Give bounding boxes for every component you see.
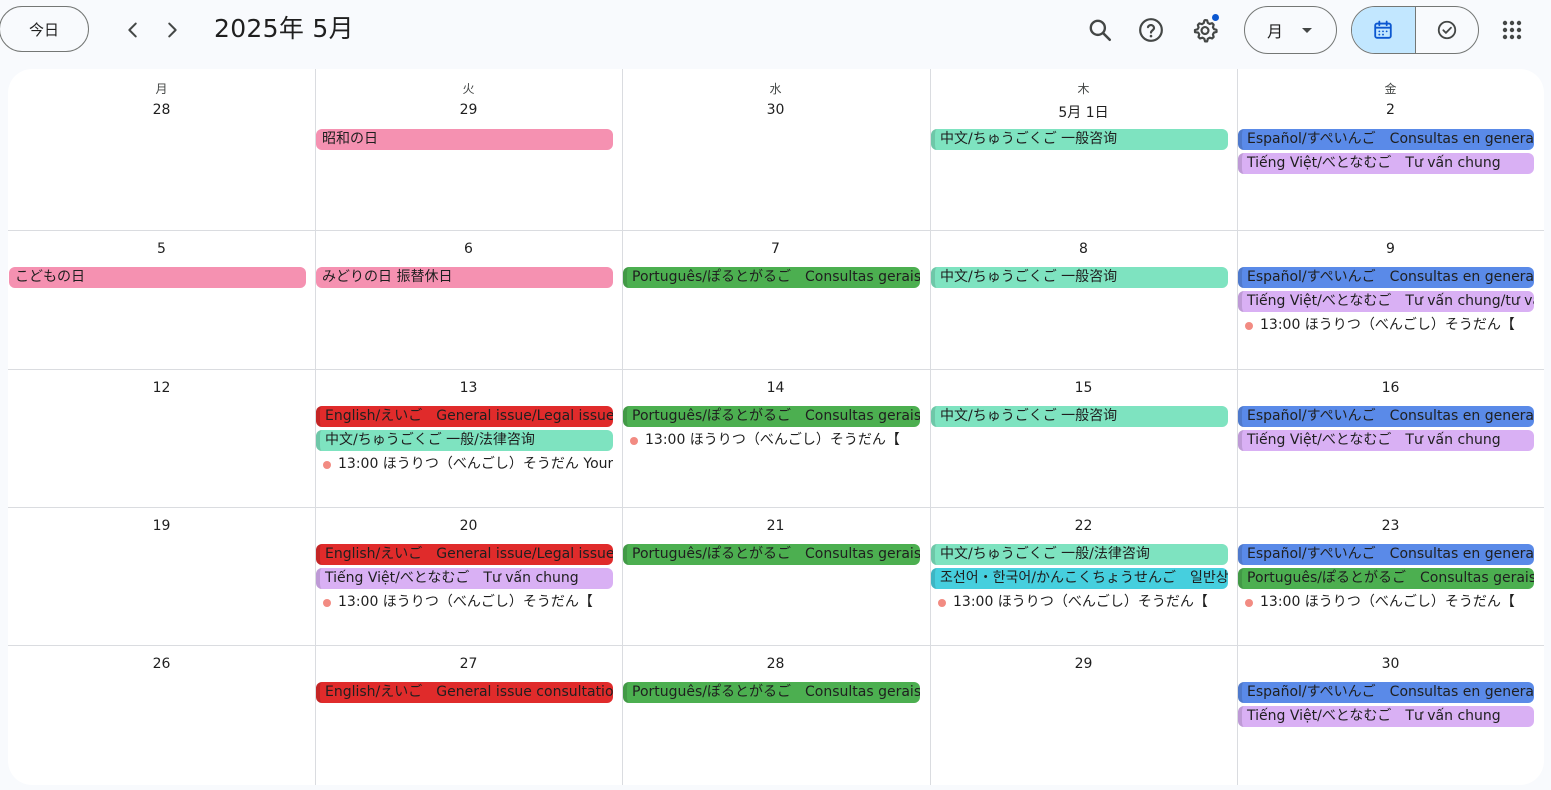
event-chip-spanish[interactable]: Español/すぺいんご Consultas en generales: [1238, 129, 1534, 150]
event-chip-portuguese[interactable]: Português/ぽるとがるご Consultas gerais: [1238, 568, 1534, 589]
view-toggle-group: [1351, 6, 1479, 54]
day-number[interactable]: 20: [315, 518, 622, 534]
apps-icon: [1502, 20, 1522, 40]
previous-month-button[interactable]: [115, 12, 151, 48]
day-number[interactable]: 9: [1237, 241, 1544, 257]
help-icon: [1139, 18, 1163, 42]
day-number[interactable]: 30: [622, 102, 929, 118]
weekday-header: 月: [155, 82, 168, 96]
column-divider: [1237, 69, 1238, 785]
day-number[interactable]: 14: [622, 380, 929, 396]
event-chip-portuguese[interactable]: Português/ぽるとがるご Consultas gerais: [623, 682, 920, 703]
view-selector-label: 月: [1267, 22, 1284, 41]
day-number[interactable]: 15: [930, 380, 1237, 396]
event-chip-spanish[interactable]: Español/すぺいんご Consultas en generales: [1238, 267, 1534, 288]
day-number[interactable]: 5月 1日: [930, 102, 1237, 122]
calendar-icon: [1374, 20, 1392, 39]
event-chip-chinese[interactable]: 中文/ちゅうごくご 一般咨询: [931, 129, 1228, 150]
next-month-button[interactable]: [154, 12, 190, 48]
day-number[interactable]: 30: [1237, 656, 1544, 672]
task-icon: [1437, 20, 1456, 40]
current-month-title: 2025年 5月: [214, 14, 354, 43]
event-chip-portuguese[interactable]: Português/ぽるとがるご Consultas gerais: [623, 406, 920, 427]
event-chip-spanish[interactable]: Español/すぺいんご Consultas en generales: [1238, 406, 1534, 427]
search-icon: [1089, 19, 1112, 42]
event-chip-vietnamese[interactable]: Tiếng Việt/べとなむご Tư vấn chung/tư vấn phá…: [1238, 291, 1534, 312]
event-chip-spanish[interactable]: Español/すぺいんご Consultas en generales: [1238, 682, 1534, 703]
weekday-header: 木: [1077, 82, 1090, 96]
day-number[interactable]: 27: [315, 656, 622, 672]
event-chip-english[interactable]: English/えいご General issue consultation: [316, 682, 613, 703]
row-divider: [8, 507, 1544, 508]
column-divider: [315, 69, 316, 785]
day-number[interactable]: 13: [315, 380, 622, 396]
day-number[interactable]: 22: [930, 518, 1237, 534]
day-number[interactable]: 16: [1237, 380, 1544, 396]
event-chip-english[interactable]: English/えいご General issue/Legal issue co…: [316, 544, 613, 565]
column-divider: [930, 69, 931, 785]
column-divider: [622, 69, 623, 785]
day-number[interactable]: 12: [8, 380, 315, 396]
event-chip-english[interactable]: English/えいご General issue/Legal issue co…: [316, 406, 613, 427]
day-number[interactable]: 28: [622, 656, 929, 672]
settings-button[interactable]: [1185, 10, 1225, 50]
day-number[interactable]: 21: [622, 518, 929, 534]
holiday-event-chip[interactable]: みどりの日 振替休日: [316, 267, 613, 288]
day-number[interactable]: 29: [315, 102, 622, 118]
today-button[interactable]: 今日: [0, 6, 89, 52]
weekday-header: 金: [1384, 82, 1397, 96]
timed-event-chip[interactable]: 13:00 ほうりつ（べんごし）そうだん【: [623, 430, 920, 451]
tasks-view-toggle[interactable]: [1414, 7, 1479, 53]
timed-event-chip[interactable]: 13:00 ほうりつ（べんごし）そうだん Your: [316, 454, 613, 475]
event-chip-chinese[interactable]: 中文/ちゅうごくご 一般咨询: [931, 267, 1228, 288]
row-divider: [8, 230, 1544, 231]
weekday-header: 火: [462, 82, 475, 96]
event-chip-vietnamese[interactable]: Tiếng Việt/べとなむご Tư vấn chung: [316, 568, 613, 589]
view-selector[interactable]: 月: [1244, 6, 1337, 54]
event-chip-chinese[interactable]: 中文/ちゅうごくご 一般/法律咨询: [316, 430, 613, 451]
chevron-right-icon: [168, 22, 177, 38]
day-number[interactable]: 28: [8, 102, 315, 118]
holiday-event-chip[interactable]: 昭和の日: [316, 129, 613, 150]
calendar-view-toggle[interactable]: [1352, 7, 1415, 53]
month-grid: 月火水木金 28 29 30 5月 1日 2 5 6 7 8 9 12 13 14 15 16 19 20 21 22…: [8, 69, 1544, 785]
timed-event-chip[interactable]: 13:00 ほうりつ（べんごし）そうだん【: [931, 592, 1228, 613]
apps-button[interactable]: [1492, 10, 1532, 50]
weekday-header: 水: [769, 82, 782, 96]
top-toolbar: 今日 2025年 5月 月: [0, 0, 1551, 62]
day-number[interactable]: 19: [8, 518, 315, 534]
holiday-event-chip[interactable]: こどもの日: [9, 267, 306, 288]
day-number[interactable]: 2: [1237, 102, 1544, 118]
event-chip-vietnamese[interactable]: Tiếng Việt/べとなむご Tư vấn chung: [1238, 706, 1534, 727]
event-chip-portuguese[interactable]: Português/ぽるとがるご Consultas gerais: [623, 267, 920, 288]
event-chip-chinese[interactable]: 中文/ちゅうごくご 一般咨询: [931, 406, 1228, 427]
day-number[interactable]: 26: [8, 656, 315, 672]
help-button[interactable]: [1131, 10, 1171, 50]
event-chip-spanish[interactable]: Español/すぺいんご Consultas en generales: [1238, 544, 1534, 565]
event-chip-vietnamese[interactable]: Tiếng Việt/べとなむご Tư vấn chung: [1238, 430, 1534, 451]
day-number[interactable]: 23: [1237, 518, 1544, 534]
timed-event-chip[interactable]: 13:00 ほうりつ（べんごし）そうだん【: [316, 592, 613, 613]
day-number[interactable]: 8: [930, 241, 1237, 257]
day-number[interactable]: 7: [622, 241, 929, 257]
chevron-left-icon: [128, 22, 137, 38]
event-chip-vietnamese[interactable]: Tiếng Việt/べとなむご Tư vấn chung: [1238, 153, 1534, 174]
day-number[interactable]: 6: [315, 241, 622, 257]
day-number[interactable]: 29: [930, 656, 1237, 672]
event-chip-portuguese[interactable]: Português/ぽるとがるご Consultas gerais: [623, 544, 920, 565]
notification-dot: [1212, 14, 1219, 21]
event-chip-chinese[interactable]: 中文/ちゅうごくご 一般/法律咨询: [931, 544, 1228, 565]
event-chip-korean[interactable]: 조선어・한국어/かんこくちょうせんご 일반상담: [931, 568, 1228, 589]
timed-event-chip[interactable]: 13:00 ほうりつ（べんごし）そうだん【: [1238, 592, 1534, 613]
timed-event-chip[interactable]: 13:00 ほうりつ（べんごし）そうだん【: [1238, 315, 1534, 336]
caret-down-icon: [1302, 28, 1312, 33]
row-divider: [8, 369, 1544, 370]
search-button[interactable]: [1080, 10, 1120, 50]
day-number[interactable]: 5: [8, 241, 315, 257]
row-divider: [8, 645, 1544, 646]
